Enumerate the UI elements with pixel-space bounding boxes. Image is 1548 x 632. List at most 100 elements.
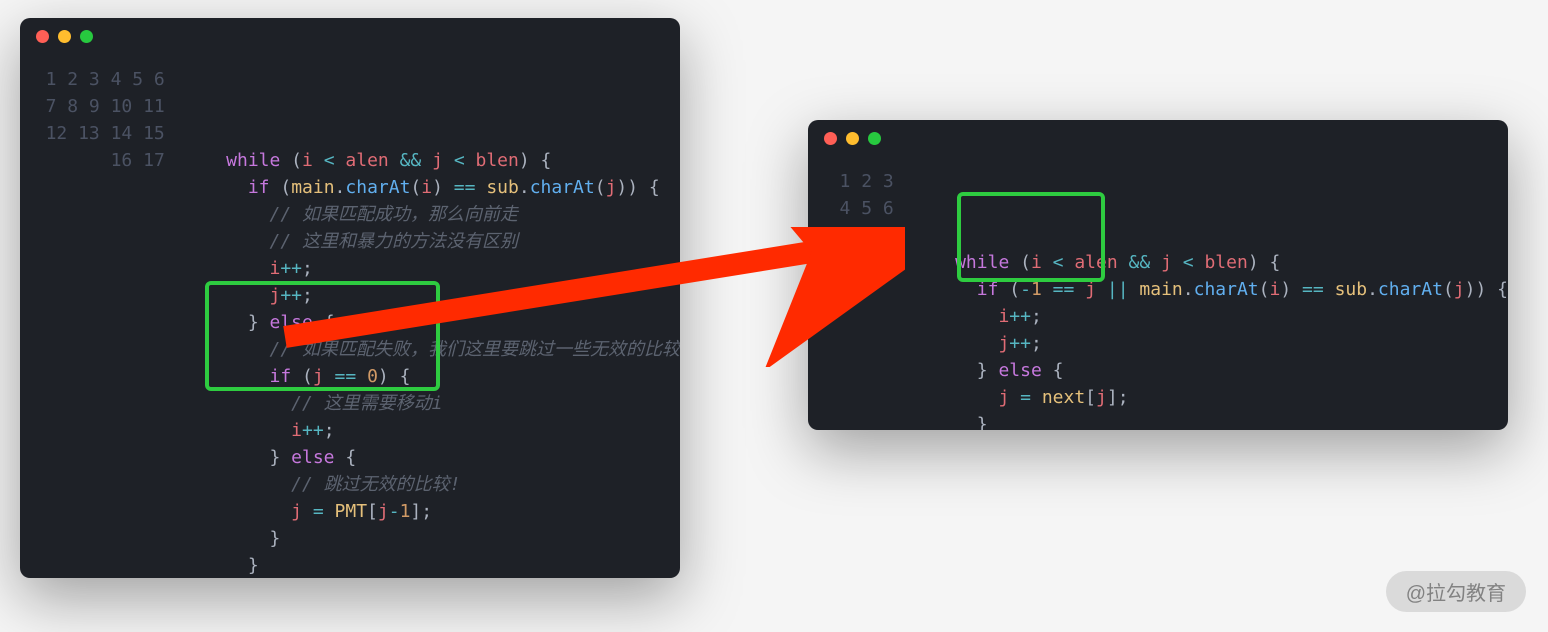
token-keyword: while	[226, 150, 280, 171]
token-punct	[356, 366, 367, 387]
token-keyword: else	[291, 447, 334, 468]
titlebar	[20, 18, 680, 54]
token-comment: // 如果匹配失败，我们这里要跳过一些无效的比较	[269, 339, 680, 360]
token-func: charAt	[345, 177, 410, 198]
code-line: } else {	[183, 444, 680, 471]
code-content: while (i < alen && j < blen) { if (-1 ==…	[912, 168, 1508, 430]
token-punct: (	[595, 177, 606, 198]
token-op: <	[454, 150, 465, 171]
code-line: } else {	[912, 357, 1508, 384]
maximize-icon[interactable]	[80, 30, 93, 43]
code-line: if (-1 == j || main.charAt(i) == sub.cha…	[912, 276, 1508, 303]
token-var: i	[421, 177, 432, 198]
token-punct: .	[335, 177, 346, 198]
token-obj: sub	[486, 177, 519, 198]
token-op: <	[324, 150, 335, 171]
token-punct	[1324, 279, 1335, 300]
token-punct: {	[313, 312, 335, 333]
token-var: i	[302, 150, 313, 171]
token-punct: [	[1085, 387, 1096, 408]
token-op: <	[1053, 252, 1064, 273]
token-punct: (	[270, 177, 292, 198]
code-line: // 这里和暴力的方法没有区别	[183, 228, 680, 255]
token-var: j	[313, 366, 324, 387]
token-punct	[335, 150, 346, 171]
token-punct: ;	[1031, 333, 1042, 354]
token-punct	[1074, 279, 1085, 300]
token-punct	[324, 366, 335, 387]
token-func: charAt	[1378, 279, 1443, 300]
line-gutter: 1 2 3 4 5 6 7 8 9 10 11 12 13 14 15 16 1…	[20, 66, 183, 578]
code-line: } else {	[183, 309, 680, 336]
code-line: j = next[j];	[912, 384, 1508, 411]
token-punct: (	[998, 279, 1020, 300]
token-punct	[1031, 387, 1042, 408]
token-op: ++	[1009, 333, 1031, 354]
token-var: j	[432, 150, 443, 171]
token-num: 1	[400, 501, 411, 522]
token-punct	[389, 150, 400, 171]
token-punct: ) {	[1248, 252, 1281, 273]
token-op: &&	[1129, 252, 1151, 273]
close-icon[interactable]	[36, 30, 49, 43]
token-punct: )	[432, 177, 454, 198]
code-line: i++;	[183, 417, 680, 444]
token-op: =	[1020, 387, 1031, 408]
token-op: ==	[1302, 279, 1324, 300]
minimize-icon[interactable]	[58, 30, 71, 43]
token-op: ++	[302, 420, 324, 441]
code-line: // 这里需要移动i	[183, 390, 680, 417]
token-punct: ;	[302, 258, 313, 279]
code-line: while (i < alen && j < blen) {	[183, 147, 680, 174]
maximize-icon[interactable]	[868, 132, 881, 145]
token-var: i	[269, 258, 280, 279]
token-op: =	[313, 501, 324, 522]
token-punct: .	[519, 177, 530, 198]
token-punct	[324, 501, 335, 522]
token-keyword: while	[955, 252, 1009, 273]
line-gutter: 1 2 3 4 5 6 7 8	[808, 168, 912, 430]
token-punct: ;	[324, 420, 335, 441]
code-line: j++;	[912, 330, 1508, 357]
token-var: j	[998, 333, 1009, 354]
token-punct: }	[248, 555, 259, 576]
token-obj: PMT	[335, 501, 368, 522]
token-var: i	[1031, 252, 1042, 273]
code-line: j++;	[183, 282, 680, 309]
token-var: alen	[345, 150, 388, 171]
token-op: &&	[400, 150, 422, 171]
token-var: blen	[476, 150, 519, 171]
token-punct: }	[248, 312, 270, 333]
token-punct: (	[291, 366, 313, 387]
token-punct: ;	[302, 285, 313, 306]
token-op: ++	[280, 285, 302, 306]
token-var: j	[1161, 252, 1172, 273]
token-var: j	[269, 285, 280, 306]
token-keyword: if	[269, 366, 291, 387]
token-punct: [	[367, 501, 378, 522]
token-punct: {	[1042, 360, 1064, 381]
token-var: i	[291, 420, 302, 441]
code-line: // 如果匹配失败，我们这里要跳过一些无效的比较	[183, 336, 680, 363]
token-punct	[421, 150, 432, 171]
token-num: 1	[1031, 279, 1042, 300]
token-punct: (	[280, 150, 302, 171]
code-line: }	[183, 525, 680, 552]
token-punct: )) {	[1465, 279, 1508, 300]
close-icon[interactable]	[824, 132, 837, 145]
token-punct: ) {	[519, 150, 552, 171]
token-obj: main	[291, 177, 334, 198]
token-punct: }	[977, 414, 988, 430]
token-punct	[1009, 387, 1020, 408]
token-op: ==	[1053, 279, 1075, 300]
token-var: j	[606, 177, 617, 198]
token-punct: (	[1259, 279, 1270, 300]
token-op: ==	[335, 366, 357, 387]
token-comment: // 这里需要移动i	[291, 393, 442, 414]
minimize-icon[interactable]	[846, 132, 859, 145]
token-punct: ;	[1031, 306, 1042, 327]
code-window-right: 1 2 3 4 5 6 7 8 while (i < alen && j < b…	[808, 120, 1508, 430]
token-comment: // 跳过无效的比较!	[291, 474, 460, 495]
token-var: blen	[1204, 252, 1247, 273]
code-line: while (i < alen && j < blen) {	[912, 249, 1508, 276]
